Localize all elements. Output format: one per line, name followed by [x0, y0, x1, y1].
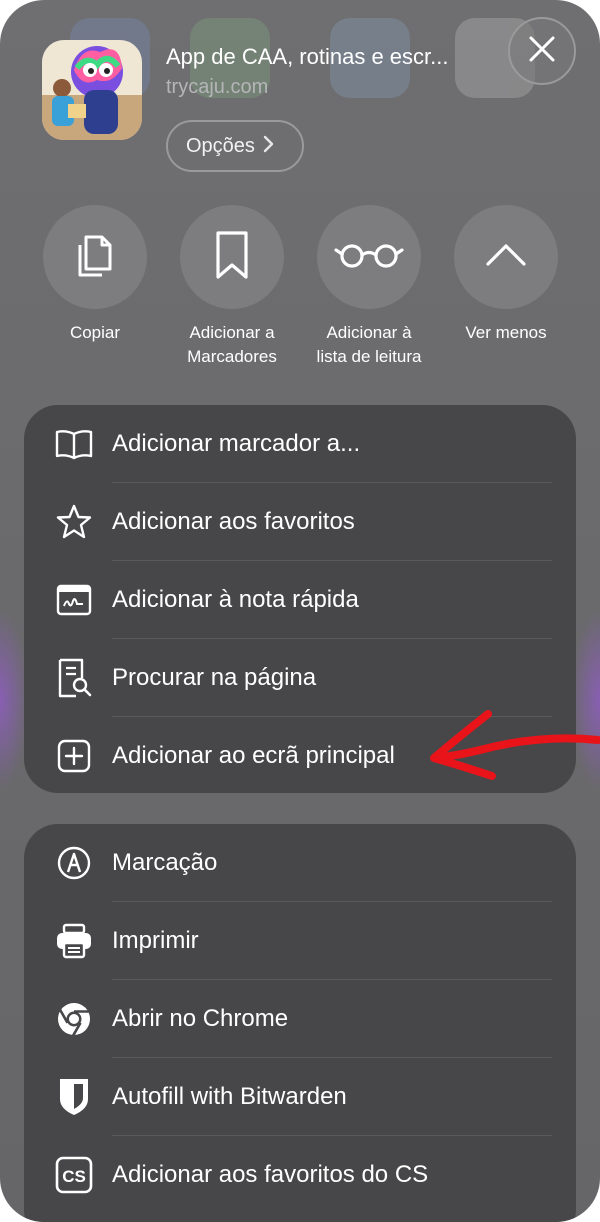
svg-text:CS: CS	[62, 1167, 86, 1186]
options-button[interactable]: Opções	[166, 120, 304, 172]
menu-item-label: Marcação	[112, 849, 218, 876]
menu-item-label: Autofill with Bitwarden	[112, 1083, 347, 1110]
copy-label: Copiar	[69, 323, 121, 342]
copy-button[interactable]	[43, 205, 147, 309]
menu-item-label: Adicionar marcador a...	[112, 430, 361, 457]
add-bookmark-label-2: Marcadores	[187, 347, 277, 366]
add-bookmark-button[interactable]	[180, 205, 284, 309]
options-label: Opções	[186, 134, 255, 157]
menu-item-open-in-chrome[interactable]: Abrir no Chrome	[24, 980, 576, 1058]
reading-list-label-2: lista de leitura	[316, 347, 422, 366]
menu-group-extensions: Marcação Imprimir Abrir no Chrome Autofi…	[24, 824, 576, 1222]
reading-list-label: Adicionar à	[326, 323, 412, 342]
add-bookmark-label: Adicionar a	[189, 323, 275, 342]
book-icon	[54, 424, 94, 464]
copy-action[interactable]: Copiar	[25, 205, 165, 345]
see-less-action[interactable]: Ver menos	[436, 205, 576, 345]
bookmark-icon	[212, 229, 252, 286]
menu-item-markup[interactable]: Marcação	[24, 824, 576, 902]
close-icon	[527, 34, 557, 69]
menu-item-label: Imprimir	[112, 927, 199, 954]
menu-item-cs-favorites[interactable]: CS Adicionar aos favoritos do CS	[24, 1136, 576, 1214]
menu-item-add-favorites[interactable]: Adicionar aos favoritos	[24, 483, 576, 561]
markup-icon	[54, 843, 94, 883]
menu-item-label: Adicionar ao ecrã principal	[112, 742, 395, 769]
page-url: trycaju.com	[166, 76, 269, 98]
menu-item-print[interactable]: Imprimir	[24, 902, 576, 980]
close-button[interactable]	[508, 17, 576, 85]
printer-icon	[54, 921, 94, 961]
chevron-right-icon	[263, 135, 275, 158]
see-less-label: Ver menos	[465, 323, 547, 342]
cs-icon: CS	[54, 1155, 94, 1195]
page-title: App de CAA, rotinas e escr...	[166, 44, 449, 69]
menu-item-bitwarden[interactable]: Autofill with Bitwarden	[24, 1058, 576, 1136]
bitwarden-shield-icon	[54, 1077, 94, 1117]
copy-icon	[72, 229, 118, 286]
menu-item-label: Procurar na página	[112, 664, 317, 691]
add-bookmark-action[interactable]: Adicionar a Marcadores	[162, 205, 302, 369]
annotation-arrow-icon	[430, 710, 600, 780]
chrome-icon	[54, 999, 94, 1039]
see-less-button[interactable]	[454, 205, 558, 309]
add-square-icon	[54, 736, 94, 776]
reading-list-button[interactable]	[317, 205, 421, 309]
menu-item-add-bookmark-to[interactable]: Adicionar marcador a...	[24, 405, 576, 483]
quick-note-icon	[54, 580, 94, 620]
menu-item-label: Adicionar aos favoritos do CS	[112, 1161, 429, 1188]
menu-item-label: Abrir no Chrome	[112, 1005, 289, 1032]
find-in-page-icon	[54, 658, 94, 698]
reading-list-icon	[334, 240, 404, 275]
menu-item-label: Adicionar aos favoritos	[112, 508, 355, 535]
reading-list-action[interactable]: Adicionar à lista de leitura	[299, 205, 439, 369]
menu-item-quick-note[interactable]: Adicionar à nota rápida	[24, 561, 576, 639]
share-sheet: App de CAA, rotinas e escr... trycaju.co…	[0, 0, 600, 1222]
star-icon	[54, 502, 94, 542]
chevron-up-icon	[484, 242, 528, 273]
menu-item-label: Adicionar à nota rápida	[112, 586, 359, 613]
site-app-icon	[42, 40, 142, 140]
